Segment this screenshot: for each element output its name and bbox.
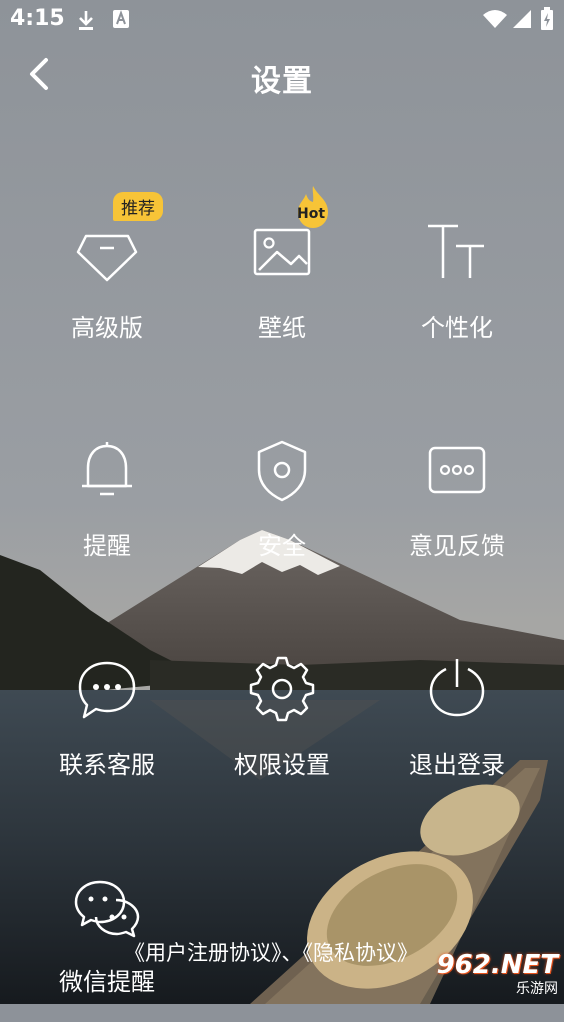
personalize-tile[interactable]: 个性化 [363, 218, 551, 368]
user-agreement-link[interactable]: 《用户注册协议》 [124, 941, 282, 965]
more-dots-icon [428, 446, 486, 494]
diamond-icon [76, 234, 138, 282]
wechat-icon [74, 880, 140, 938]
feedback-tile[interactable]: 意见反馈 [363, 436, 551, 586]
feedback-label: 意见反馈 [409, 532, 505, 560]
security-tile[interactable]: 安全 [188, 436, 376, 586]
gear-icon [249, 656, 315, 722]
text-size-icon [428, 224, 484, 278]
download-icon [79, 11, 93, 30]
personalize-label: 个性化 [421, 314, 493, 342]
power-icon [429, 659, 485, 717]
watermark-main: 962.NET [436, 950, 558, 980]
reminder-tile[interactable]: 提醒 [13, 436, 201, 586]
hot-badge: Hot [297, 206, 326, 222]
watermark-sub: 乐游网 [516, 981, 558, 997]
agreements-footer: 《用户注册协议》、《隐私协议》 [124, 937, 418, 967]
shield-icon [257, 440, 307, 502]
premium-tile[interactable]: 推荐 高级版 [13, 192, 201, 368]
status-time: 4:15 [10, 6, 65, 31]
customer-service-tile[interactable]: 联系客服 [13, 655, 201, 805]
bell-icon [82, 442, 132, 496]
battery-icon [541, 7, 553, 30]
wechat-reminder-label: 微信提醒 [59, 968, 155, 996]
chat-bubble-icon [78, 661, 136, 719]
logout-label: 退出登录 [409, 751, 505, 779]
premium-label: 高级版 [71, 314, 143, 342]
reminder-label: 提醒 [83, 532, 131, 560]
logout-tile[interactable]: 退出登录 [363, 655, 551, 805]
permission-settings-label: 权限设置 [234, 751, 330, 779]
privacy-policy-link[interactable]: 《隐私协议》 [303, 941, 419, 965]
page-title: 设置 [251, 64, 313, 99]
signal-icon [513, 10, 531, 28]
security-label: 安全 [258, 532, 306, 560]
customer-service-label: 联系客服 [59, 751, 155, 779]
header: 设置 [0, 48, 564, 104]
wallpaper-tile[interactable]: Hot 壁纸 [188, 186, 376, 368]
app-notification-icon [113, 10, 129, 28]
wallpaper-label: 壁纸 [258, 314, 306, 342]
footer-separator: 、 [281, 941, 303, 965]
site-watermark: 962.NET 乐游网 [437, 950, 558, 998]
recommend-badge: 推荐 [113, 192, 163, 221]
status-bar: 4:15 [0, 0, 564, 40]
permission-settings-tile[interactable]: 权限设置 [188, 655, 376, 805]
wifi-icon [483, 10, 507, 28]
